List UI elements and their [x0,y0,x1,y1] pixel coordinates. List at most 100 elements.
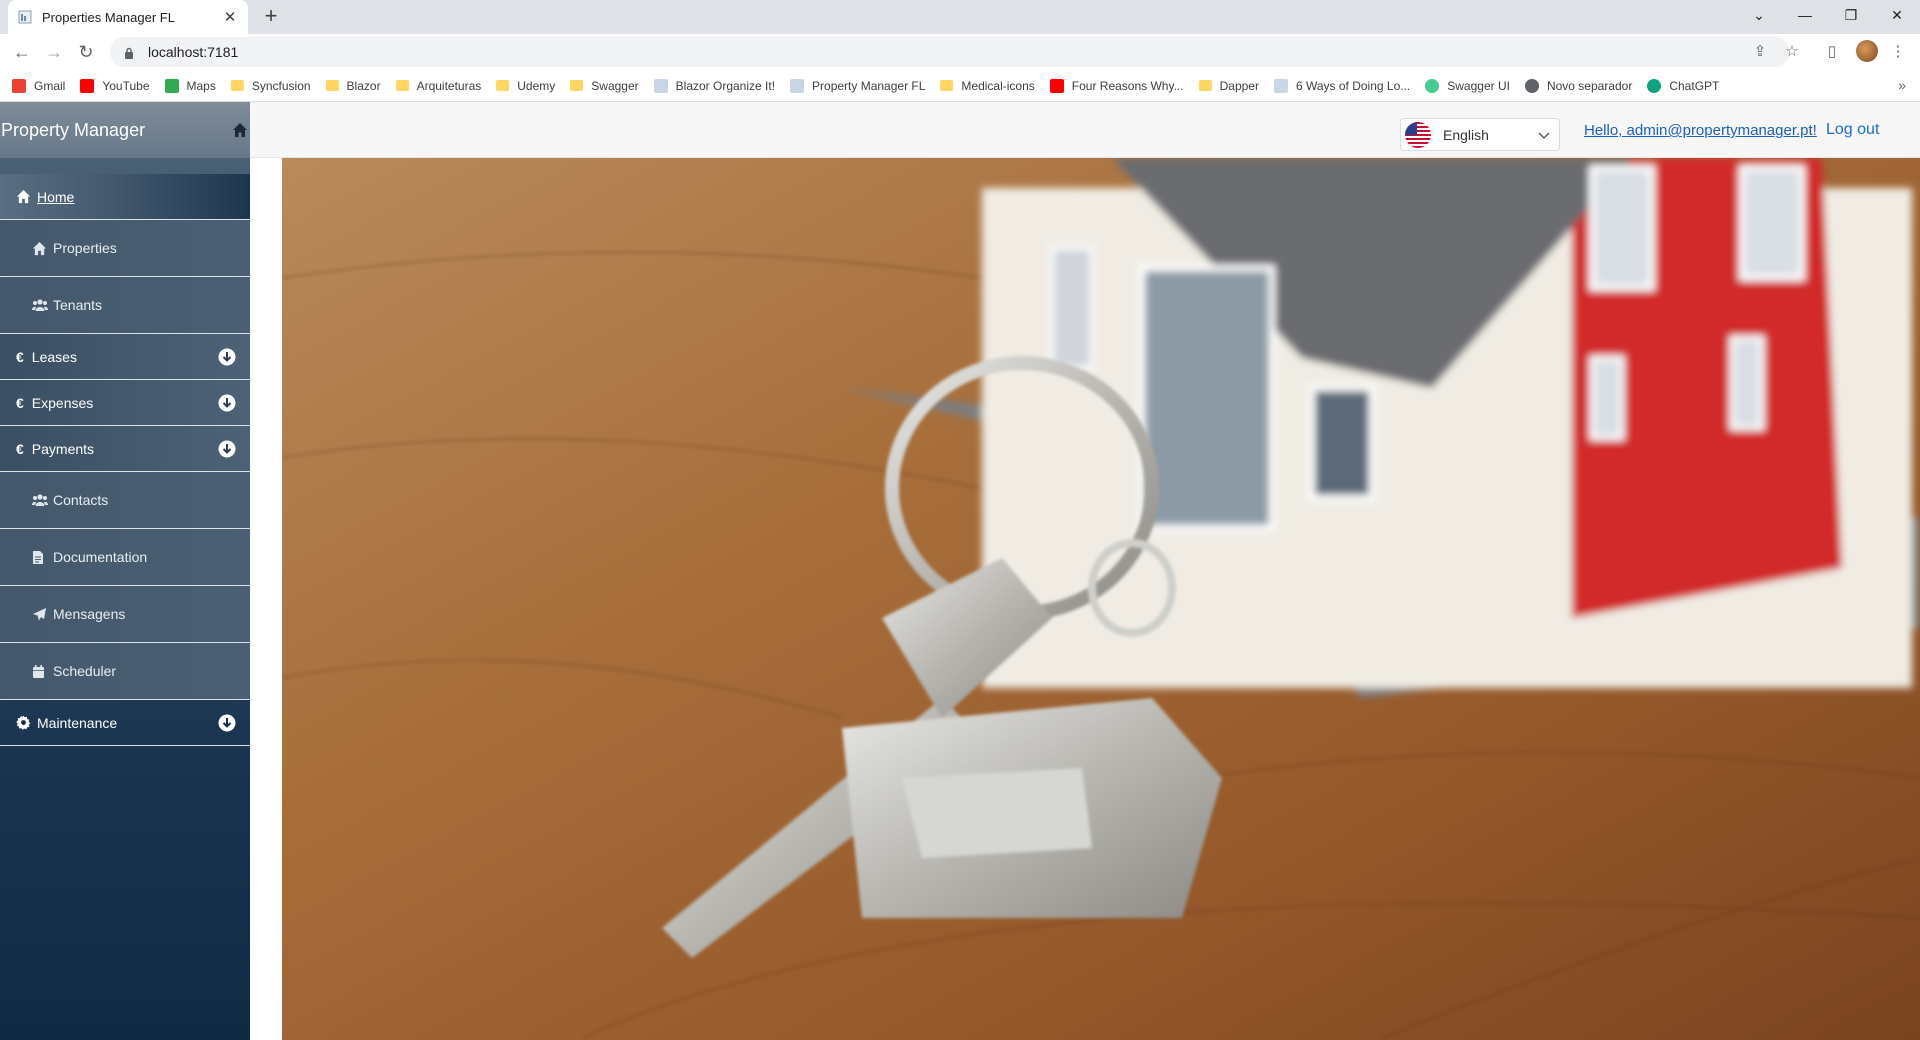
tab-search-icon[interactable]: ⌄ [1736,0,1782,30]
brand-title[interactable]: Property Manager [1,120,145,141]
browser-tab[interactable]: Properties Manager FL ✕ [8,0,248,34]
nav-label-leases: Leases [31,348,77,365]
bookmark-item[interactable]: Swagger [570,78,639,93]
expand-down-icon[interactable] [218,440,236,458]
house-icon [32,241,47,256]
browser-toolbar: ← → ↻ localhost:7181 ⇪ ☆ ▯ ⋮ [0,34,1920,70]
reload-button[interactable]: ↻ [74,41,98,63]
bookmark-label: Novo separador [1546,78,1633,93]
bookmark-item[interactable]: Four Reasons Why... [1049,78,1184,93]
youtube-icon [80,78,95,93]
swagger-icon [1425,78,1440,93]
gear-icon [16,715,31,730]
bookmark-label: Swagger [591,78,639,93]
bookmark-label: ChatGPT [1669,78,1720,93]
euro-icon: € [16,440,24,457]
nav-label-expenses: Expenses [31,394,94,411]
bookmark-item[interactable]: Property Manager FL [790,78,926,93]
bookmark-item[interactable]: Syncfusion [230,78,311,93]
forward-button[interactable]: → [42,41,66,63]
expand-down-icon[interactable] [218,714,236,732]
nav-item-tenants[interactable]: Tenants [0,277,250,334]
nav-label-contacts: Contacts [53,492,109,508]
bookmark-item[interactable]: Blazor Organize It! [653,78,775,93]
restore-button[interactable]: ❐ [1828,0,1874,30]
nav-item-scheduler[interactable]: Scheduler [0,643,250,700]
bookmark-item[interactable]: Udemy [496,79,555,93]
nav-label-documentation: Documentation [53,549,148,565]
folder-icon [230,80,244,91]
back-button[interactable]: ← [10,41,34,63]
bookmark-item[interactable]: Swagger UI [1425,78,1510,93]
new-tab-button[interactable]: + [258,4,284,30]
nav-item-properties[interactable]: Properties [0,220,250,277]
bookmark-item[interactable]: Blazor [325,79,381,93]
us-flag-icon [1405,121,1431,148]
bookmark-label: Maps [186,78,216,93]
nav-label-properties: Properties [53,240,117,256]
maps-icon [164,78,179,93]
close-window-button[interactable]: ✕ [1874,0,1920,30]
chatgpt-icon [1647,78,1662,93]
bookmark-item[interactable]: Medical-icons [940,78,1035,93]
nav-item-contacts[interactable]: Contacts [0,472,250,529]
euro-icon: € [16,348,24,365]
side-panel-icon[interactable]: ▯ [1820,40,1844,64]
bookmark-item[interactable]: Gmail [12,78,66,93]
bookmark-item[interactable]: ChatGPT [1647,78,1720,93]
bookmark-label: Udemy [517,78,556,93]
nav-item-leases[interactable]: € Leases [0,334,250,380]
minimize-button[interactable]: — [1782,0,1828,30]
menu-icon[interactable]: ⋮ [1886,40,1910,64]
nav-item-mensagens[interactable]: Mensagens [0,586,250,643]
nav-item-home[interactable]: Home [0,174,250,220]
bookmark-label: Syncfusion [251,78,311,93]
share-icon[interactable]: ⇪ [1748,40,1772,64]
language-select[interactable]: English [1400,118,1560,151]
home-icon [16,189,31,204]
page-icon [790,78,805,93]
globe-icon [1524,78,1539,93]
nav-label-tenants: Tenants [53,297,103,313]
brand-header: Property Manager [0,102,250,158]
bookmark-label: Medical-icons [961,78,1035,93]
bookmark-star-icon[interactable]: ☆ [1780,40,1804,64]
bookmark-item[interactable]: Dapper [1198,79,1259,93]
bookmark-item[interactable]: Arquiteturas [395,78,482,93]
browser-tab-strip: Properties Manager FL ✕ + ⌄ — ❐ ✕ [0,0,1920,34]
user-profile-link[interactable]: Hello, admin@propertymanager.pt! [1584,122,1817,139]
bookmark-label: Property Manager FL [812,78,926,93]
close-tab-icon[interactable]: ✕ [222,8,238,26]
house-keys-illustration [282,158,1920,1040]
folder-icon [496,80,510,91]
lock-icon [124,46,134,59]
bookmark-item[interactable]: YouTube [80,78,150,93]
bookmark-item[interactable]: 6 Ways of Doing Lo... [1273,78,1410,93]
folder-icon [325,80,339,91]
paper-plane-icon [32,607,47,622]
top-bar: English Hello, admin@propertymanager.pt!… [250,102,1920,158]
bookmark-item[interactable]: Novo separador [1524,78,1633,93]
nav-item-documentation[interactable]: Documentation [0,529,250,586]
nav-label-maintenance: Maintenance [37,714,118,731]
home-icon[interactable] [232,122,248,138]
users-icon [31,298,49,313]
nav-item-expenses[interactable]: € Expenses [0,380,250,426]
bookmark-label: Arquiteturas [416,78,482,93]
address-bar[interactable]: localhost:7181 [110,37,1790,67]
bookmarks-bar: Gmail YouTube Maps Syncfusion Blazor Arquitet… [0,70,1920,102]
nav-item-payments[interactable]: € Payments [0,426,250,472]
url-text: localhost:7181 [148,44,239,60]
nav-item-maintenance[interactable]: Maintenance [0,700,250,746]
bookmark-item[interactable]: Maps [164,78,216,93]
expand-down-icon[interactable] [218,394,236,412]
page-icon [653,78,668,93]
hero-image [282,158,1920,1040]
more-bookmarks-button[interactable]: » [1898,77,1906,93]
logout-link[interactable]: Log out [1826,121,1879,139]
expand-down-icon[interactable] [218,348,236,366]
bookmark-label: Gmail [34,78,66,93]
profile-avatar[interactable] [1856,40,1878,62]
folder-icon [940,80,954,91]
youtube-icon [1049,78,1064,93]
